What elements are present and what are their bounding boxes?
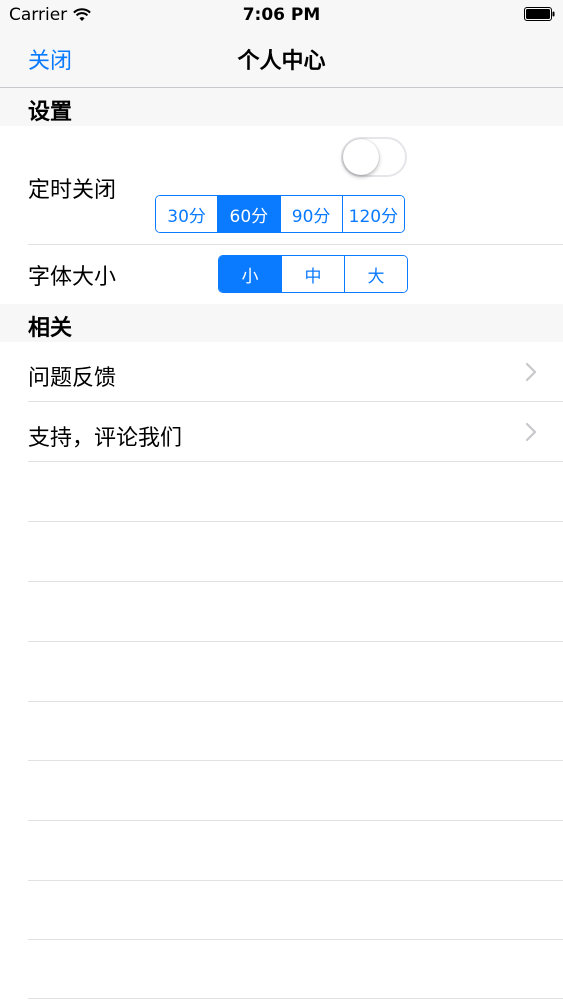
empty-row-separator <box>28 998 563 999</box>
empty-row-separator <box>28 760 563 761</box>
timer-toggle[interactable] <box>341 137 407 177</box>
chevron-right-icon <box>525 362 537 382</box>
row-separator <box>28 461 563 462</box>
status-time: 7:06 PM <box>242 5 321 25</box>
navigation-bar: 关闭 个人中心 <box>0 30 563 88</box>
toggle-knob <box>343 139 379 175</box>
font-size-option-large[interactable]: 大 <box>345 256 407 292</box>
section-header-settings: 设置 <box>0 88 563 126</box>
status-bar: Carrier 7:06 PM <box>0 0 563 30</box>
timer-option-30[interactable]: 30分 <box>156 196 219 232</box>
row-separator <box>28 244 563 245</box>
empty-row-separator <box>28 880 563 881</box>
chevron-right-icon <box>525 422 537 442</box>
row-separator <box>28 401 563 402</box>
timer-segmented-control: 30分 60分 90分 120分 <box>155 195 405 233</box>
timer-label: 定时关闭 <box>28 178 117 203</box>
empty-row-separator <box>28 641 563 642</box>
timer-option-120[interactable]: 120分 <box>342 196 404 232</box>
font-size-label: 字体大小 <box>28 265 117 290</box>
empty-row-separator <box>28 521 563 522</box>
timer-option-90[interactable]: 90分 <box>280 196 343 232</box>
list-item-label: 支持，评论我们 <box>28 426 183 451</box>
timer-option-60[interactable]: 60分 <box>218 196 281 232</box>
empty-row-separator <box>28 701 563 702</box>
section-header-label: 相关 <box>28 316 73 341</box>
empty-row-separator <box>28 581 563 582</box>
font-size-option-medium[interactable]: 中 <box>282 256 345 292</box>
battery-icon <box>524 7 555 21</box>
font-size-segmented-control: 小 中 大 <box>218 255 408 293</box>
empty-row-separator <box>28 939 563 940</box>
empty-row-separator <box>28 820 563 821</box>
section-header-related: 相关 <box>0 304 563 342</box>
list-item-label: 问题反馈 <box>28 366 117 391</box>
page-title: 个人中心 <box>237 49 326 74</box>
font-size-option-small[interactable]: 小 <box>219 256 282 292</box>
section-header-label: 设置 <box>28 100 73 125</box>
